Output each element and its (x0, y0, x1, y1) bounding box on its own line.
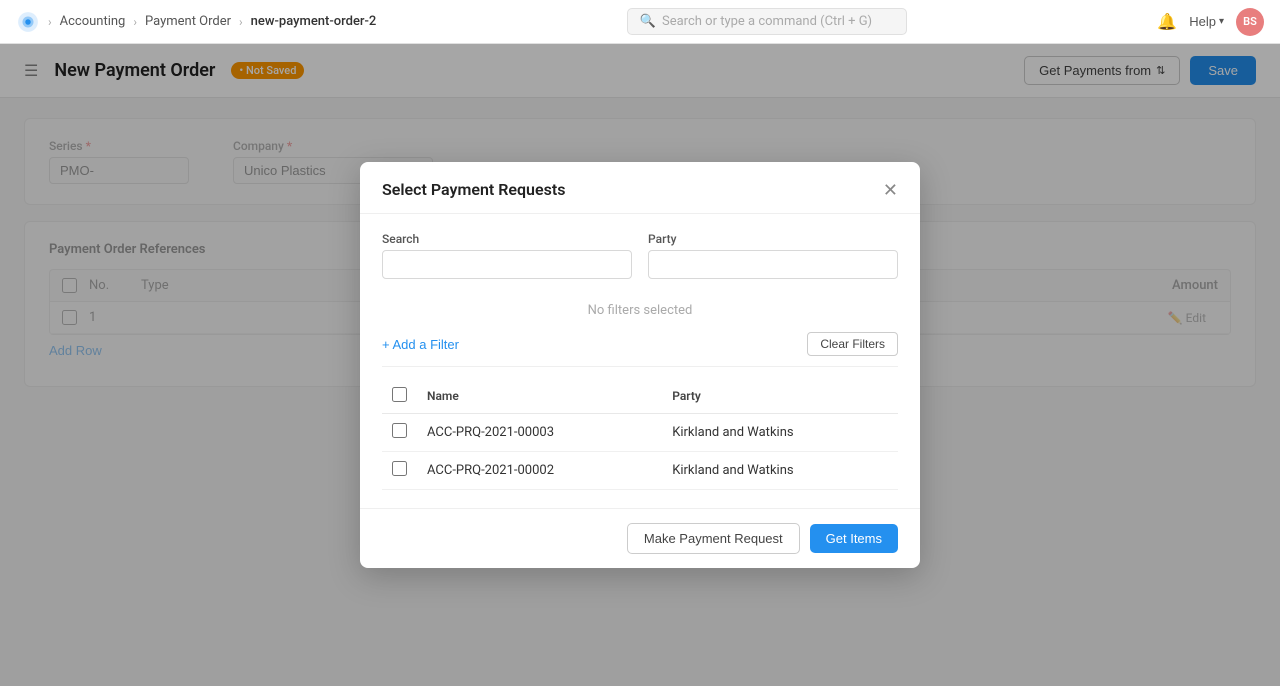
row-0-checkbox[interactable] (392, 423, 407, 438)
search-label: Search (382, 232, 632, 246)
modal-footer: Make Payment Request Get Items (360, 508, 920, 568)
search-input[interactable] (382, 250, 632, 279)
help-label: Help (1189, 14, 1216, 29)
modal-title: Select Payment Requests (382, 180, 565, 199)
topbar-center: 🔍 Search or type a command (Ctrl + G) (382, 8, 1151, 35)
make-payment-request-button[interactable]: Make Payment Request (627, 523, 800, 554)
party-input[interactable] (648, 250, 898, 279)
search-placeholder-text: Search or type a command (Ctrl + G) (662, 14, 872, 29)
command-search-bar[interactable]: 🔍 Search or type a command (Ctrl + G) (627, 8, 907, 35)
row-0-party: Kirkland and Watkins (662, 414, 898, 452)
th-party: Party (662, 379, 898, 414)
get-items-button[interactable]: Get Items (810, 524, 898, 553)
modal-header: Select Payment Requests ✕ (360, 162, 920, 214)
main-area: ☰ New Payment Order • Not Saved Get Paym… (0, 44, 1280, 686)
modal-overlay: Select Payment Requests ✕ Search Party (0, 44, 1280, 686)
modal-table-row: ACC-PRQ-2021-00002 Kirkland and Watkins (382, 452, 898, 490)
chevron-down-icon: ▾ (1219, 16, 1224, 27)
breadcrumb-current: new-payment-order-2 (251, 14, 377, 29)
modal-close-button[interactable]: ✕ (883, 181, 898, 199)
app-logo[interactable] (16, 10, 40, 34)
topbar: › Accounting › Payment Order › new-payme… (0, 0, 1280, 44)
help-button[interactable]: Help ▾ (1189, 14, 1224, 29)
breadcrumb-sep-1: › (48, 15, 52, 29)
row-1-party: Kirkland and Watkins (662, 452, 898, 490)
modal-table-row: ACC-PRQ-2021-00003 Kirkland and Watkins (382, 414, 898, 452)
row-1-checkbox[interactable] (392, 461, 407, 476)
row-checkbox-cell (382, 414, 417, 452)
search-icon: 🔍 (640, 14, 656, 29)
modal-filters: Search Party (382, 232, 898, 279)
search-filter-group: Search (382, 232, 632, 279)
avatar[interactable]: BS (1236, 8, 1264, 36)
topbar-right: 🔔 Help ▾ BS (1157, 8, 1264, 36)
breadcrumb-payment-order[interactable]: Payment Order (145, 14, 231, 29)
party-filter-group: Party (648, 232, 898, 279)
no-filters-message: No filters selected (382, 293, 898, 332)
filter-actions: + Add a Filter Clear Filters (382, 332, 898, 367)
th-checkbox (382, 379, 417, 414)
modal: Select Payment Requests ✕ Search Party (360, 162, 920, 568)
modal-body: Search Party No filters selected + Add a… (360, 214, 920, 508)
select-all-checkbox[interactable] (392, 387, 407, 402)
row-0-name: ACC-PRQ-2021-00003 (417, 414, 662, 452)
breadcrumb-sep-2: › (133, 15, 137, 29)
row-checkbox-cell (382, 452, 417, 490)
breadcrumb-sep-3: › (239, 15, 243, 29)
th-name: Name (417, 379, 662, 414)
results-table: Name Party ACC-PRQ-2021-00003 Kirkland a… (382, 379, 898, 490)
row-1-name: ACC-PRQ-2021-00002 (417, 452, 662, 490)
add-filter-button[interactable]: + Add a Filter (382, 337, 459, 352)
clear-filters-button[interactable]: Clear Filters (807, 332, 898, 356)
breadcrumb-accounting[interactable]: Accounting (60, 14, 126, 29)
party-label: Party (648, 232, 898, 246)
notification-bell-icon[interactable]: 🔔 (1157, 12, 1177, 31)
